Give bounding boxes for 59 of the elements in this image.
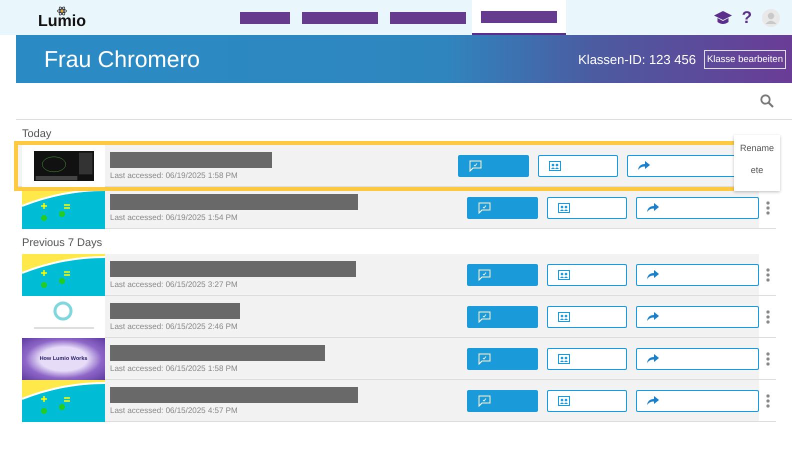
share-arrow-icon	[647, 203, 660, 212]
last-accessed-text: Last accessed: 06/15/2025 3:27 PM	[110, 280, 239, 288]
people-icon	[558, 396, 570, 406]
people-icon	[558, 312, 570, 322]
people-icon	[548, 160, 561, 170]
more-options-icon[interactable]	[766, 268, 770, 282]
logo-text[interactable]: Lumio	[38, 14, 86, 30]
present-button[interactable]	[467, 348, 538, 370]
last-accessed-text: Last accessed: 06/19/2025 1:58 PM	[110, 170, 239, 180]
menu-item[interactable]: Rename	[740, 143, 774, 153]
more-options-icon[interactable]	[766, 352, 770, 366]
class-button[interactable]	[547, 196, 628, 218]
class-button[interactable]	[538, 154, 618, 176]
share-button[interactable]	[636, 348, 760, 370]
share-arrow-icon	[647, 270, 660, 279]
present-button[interactable]	[467, 306, 538, 328]
present-button[interactable]	[467, 390, 538, 412]
last-accessed-text: Last accessed: 06/15/2025 1:58 PM	[110, 364, 239, 372]
help-icon[interactable]: ?	[742, 8, 752, 28]
more-options-icon[interactable]	[766, 200, 770, 214]
search-icon[interactable]	[760, 94, 774, 108]
class-title: Frau Chromero	[44, 46, 200, 72]
last-accessed-text: Last accessed: 06/15/2025 2:46 PM	[110, 322, 239, 330]
share-button[interactable]	[636, 264, 760, 286]
class-button[interactable]	[547, 264, 628, 286]
share-button[interactable]	[636, 306, 760, 328]
share-button[interactable]	[636, 196, 760, 218]
graduation-cap-icon[interactable]	[714, 10, 732, 24]
share-arrow-icon	[638, 161, 650, 170]
share-arrow-icon	[647, 354, 660, 363]
chat-check-icon	[478, 202, 492, 214]
share-arrow-icon	[647, 312, 660, 321]
present-button[interactable]	[458, 154, 529, 176]
section-heading: Previous 7 Days	[21, 236, 104, 251]
class-button[interactable]	[547, 348, 628, 370]
present-button[interactable]	[467, 196, 538, 218]
present-button[interactable]	[467, 264, 538, 286]
edit-class-button[interactable]: Klasse bearbeiten	[704, 50, 786, 68]
share-arrow-icon	[647, 396, 660, 405]
more-options-icon[interactable]	[766, 394, 770, 408]
last-accessed-text: Last accessed: 06/15/2025 4:57 PM	[110, 406, 239, 414]
people-icon	[558, 202, 570, 212]
chat-check-icon	[478, 310, 492, 322]
chat-check-icon	[468, 160, 482, 172]
people-icon	[558, 354, 570, 364]
atom-icon	[57, 6, 67, 16]
class-button[interactable]	[547, 306, 628, 328]
chat-check-icon	[478, 394, 492, 406]
class-id: Klassen-ID: 123 456	[578, 52, 696, 66]
class-button[interactable]	[547, 390, 628, 412]
chat-check-icon	[478, 352, 492, 364]
chat-check-icon	[478, 268, 492, 280]
share-button[interactable]	[636, 390, 760, 412]
last-accessed-text: Last accessed: 06/19/2025 1:54 PM	[110, 212, 239, 222]
menu-item[interactable]: ete	[750, 165, 764, 175]
people-icon	[558, 270, 570, 280]
nav-tab[interactable]	[472, 0, 566, 35]
redaction-bar	[240, 12, 290, 24]
more-options-icon[interactable]	[766, 310, 770, 324]
